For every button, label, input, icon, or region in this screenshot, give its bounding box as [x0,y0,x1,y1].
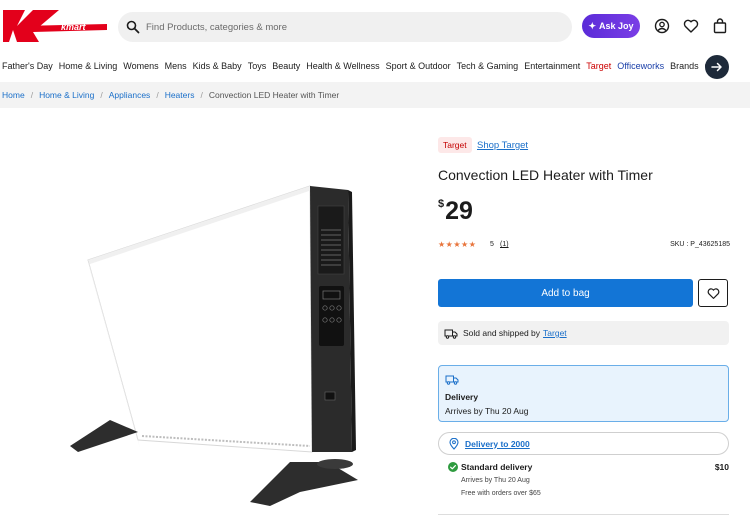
search-input[interactable] [146,21,546,33]
breadcrumb-separator: / [200,90,203,100]
nav-item-beauty[interactable]: Beauty [272,61,300,71]
nav-item-target[interactable]: Target [586,61,611,71]
bag-icon[interactable] [712,18,728,34]
breadcrumb-separator: / [100,90,103,100]
truck-icon [444,329,458,339]
standard-delivery-free-note: Free with orders over $65 [461,490,541,497]
product-price: $29 [438,197,473,226]
delivery-title: Delivery [445,392,479,402]
sold-by-text: Sold and shipped by [463,328,541,338]
delivery-arrival: Arrives by Thu 20 Aug [445,406,529,416]
kmart-logo[interactable]: kmart [3,8,107,44]
nav-item-sport-outdoor[interactable]: Sport & Outdoor [386,61,451,71]
add-to-bag-button[interactable]: Add to bag [438,279,693,307]
nav-item-fathers-day[interactable]: Father's Day [2,61,53,71]
delivery-postcode-link[interactable]: Delivery to 2000 [465,439,530,449]
price-currency: $ [438,198,445,210]
location-pin-icon [449,437,459,450]
nav-item-toys[interactable]: Toys [248,61,267,71]
standard-delivery-title: Standard delivery [461,462,533,472]
divider [438,514,729,515]
ask-joy-label: Ask Joy [599,21,634,31]
site-header: kmart ✦ Ask Joy [0,0,750,54]
sold-by-link[interactable]: Target [543,328,567,338]
nav-item-brands[interactable]: Brands [670,61,699,71]
search-icon [126,20,140,34]
nav-item-health-wellness[interactable]: Health & Wellness [306,61,379,71]
breadcrumb-separator: / [30,90,34,100]
nav-item-mens[interactable]: Mens [165,61,187,71]
product-title: Convection LED Heater with Timer [438,167,653,183]
breadcrumb-separator: / [156,90,159,100]
target-badge: Target [438,137,472,153]
breadcrumb-home[interactable]: Home [2,90,25,100]
reviews-link[interactable]: (1) [500,241,509,248]
star-rating-icon: ★★★★★ [438,240,477,249]
sold-by-box: Sold and shipped by Target [438,321,729,345]
ask-joy-button[interactable]: ✦ Ask Joy [582,14,640,38]
breadcrumb-current: Convection LED Heater with Timer [208,90,340,100]
standard-delivery-price: $10 [714,462,729,472]
nav-item-tech-gaming[interactable]: Tech & Gaming [457,61,519,71]
breadcrumb-home-living[interactable]: Home & Living [39,90,94,100]
nav-item-home-living[interactable]: Home & Living [59,61,118,71]
search-bar[interactable] [118,12,572,42]
delivery-option-selected[interactable]: Delivery Arrives by Thu 20 Aug [438,365,729,422]
category-nav: Father's Day Home & Living Womens Mens K… [0,56,750,76]
arrow-right-icon [711,62,722,72]
breadcrumb: Home / Home & Living / Appliances / Heat… [0,82,750,108]
breadcrumb-heaters[interactable]: Heaters [165,90,195,100]
rating-value: 5 [490,241,494,248]
standard-delivery-arrival: Arrives by Thu 20 Aug [461,477,530,484]
breadcrumb-appliances[interactable]: Appliances [109,90,151,100]
truck-icon [445,375,459,385]
heart-icon [707,287,719,299]
heart-icon[interactable] [683,18,699,34]
nav-item-entertainment[interactable]: Entertainment [524,61,580,71]
svg-text:kmart: kmart [61,22,87,32]
check-circle-icon [448,462,458,472]
shop-target-link[interactable]: Shop Target [477,140,528,151]
sparkle-icon: ✦ [588,20,596,31]
nav-item-womens[interactable]: Womens [123,61,158,71]
sku-label: SKU : P_43625185 [670,241,730,248]
nav-item-kids-baby[interactable]: Kids & Baby [193,61,242,71]
nav-item-officeworks[interactable]: Officeworks [617,61,664,71]
price-value: 29 [445,197,473,225]
wishlist-button[interactable] [698,279,728,307]
product-image[interactable] [60,180,370,515]
account-icon[interactable] [654,18,670,34]
postcode-selector[interactable]: Delivery to 2000 [438,432,729,455]
nav-scroll-right-button[interactable] [705,55,729,79]
